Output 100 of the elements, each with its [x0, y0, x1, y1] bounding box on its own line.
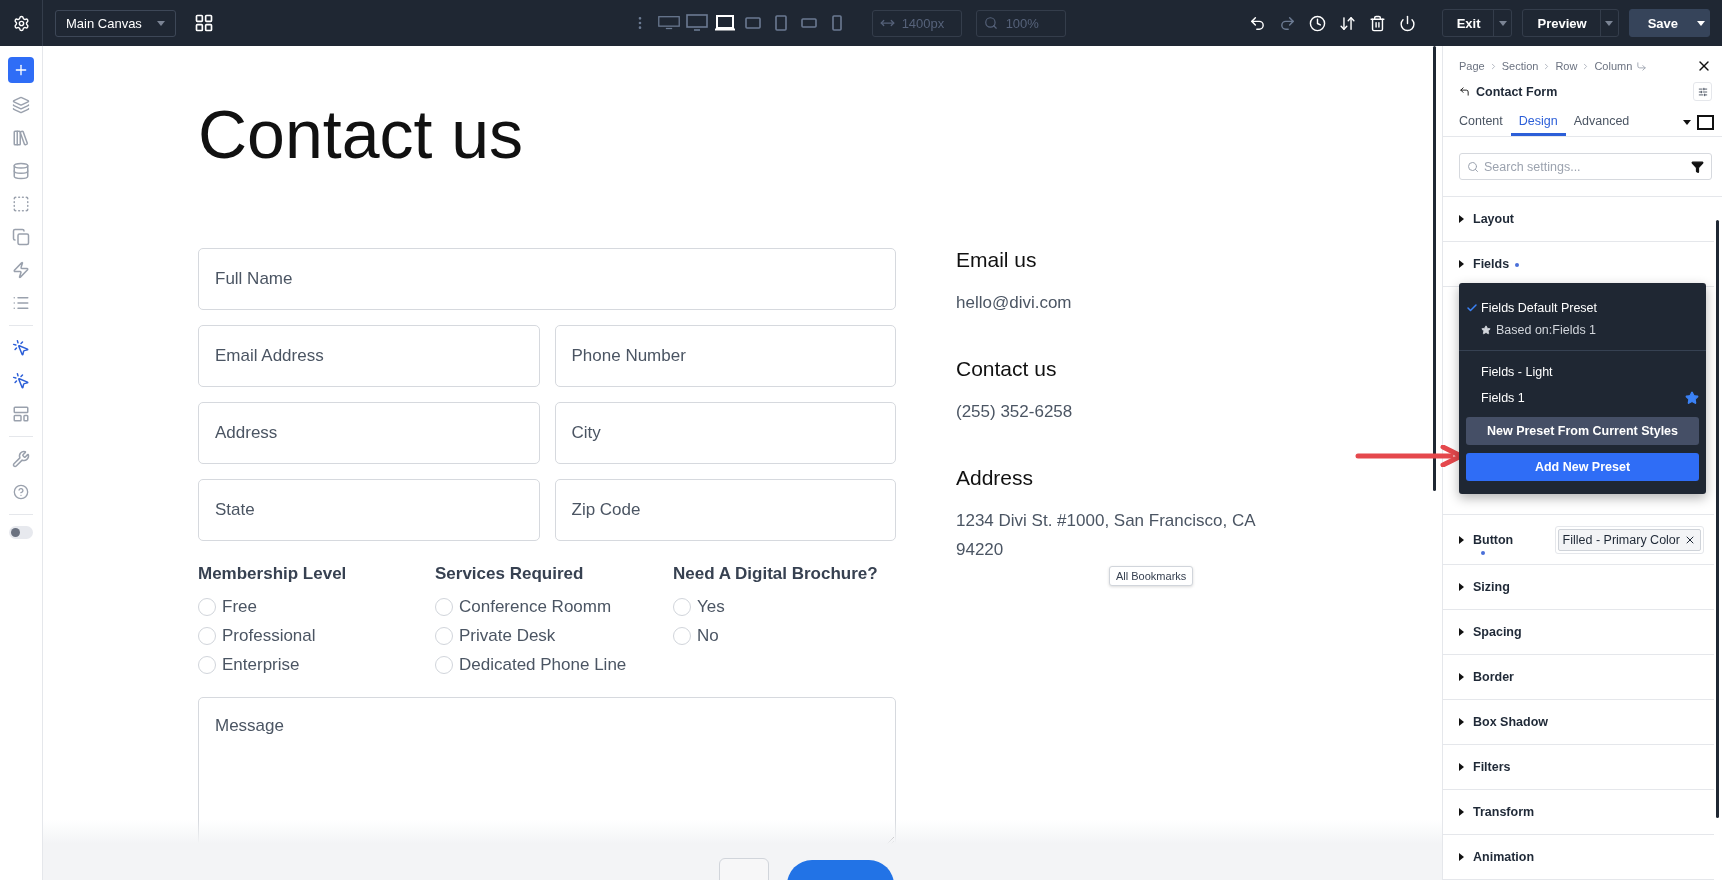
mode-toggle[interactable]	[9, 526, 33, 539]
info-heading: Address	[956, 466, 1035, 490]
expand-icon	[1459, 215, 1464, 223]
preset-item[interactable]: Fields 1	[1481, 391, 1525, 405]
module-title: Contact Form	[1476, 84, 1558, 99]
settings-row[interactable]: Sizing	[1443, 565, 1714, 610]
undo-icon[interactable]	[1248, 14, 1266, 32]
tooltip: All Bookmarks	[1109, 566, 1194, 586]
sliders-button[interactable]	[1693, 82, 1712, 102]
device-toggle[interactable]	[685, 12, 708, 34]
group-heading: Membership Level	[198, 564, 348, 584]
radio-label: Private Desk	[459, 626, 556, 647]
preset-item[interactable]: Fields Default Preset	[1481, 301, 1598, 315]
section-label: Button	[1473, 532, 1514, 547]
filter-icon[interactable]	[1691, 160, 1704, 173]
panel-tab[interactable]: Advanced	[1565, 109, 1638, 136]
laptop-icon	[714, 15, 735, 31]
preset-item[interactable]: Fields - Light	[1481, 365, 1553, 379]
canvas-select[interactable]: Main Canvas	[55, 9, 176, 37]
monitor-icon	[657, 14, 680, 32]
radio-button[interactable]	[198, 598, 216, 617]
preset-button[interactable]: New Preset From Current Styles	[1466, 417, 1699, 445]
settings-row[interactable]: Layout	[1443, 197, 1714, 242]
form-field[interactable]: Address	[198, 402, 540, 464]
form-field[interactable]: Phone Number	[554, 325, 896, 387]
form-field[interactable]: Full Name	[198, 248, 896, 310]
tablet-icon	[774, 15, 787, 31]
group-heading: Need A Digital Brochure?	[673, 564, 879, 584]
section-label: Sizing	[1473, 580, 1510, 594]
settings-row[interactable]: Box Shadow	[1443, 700, 1714, 745]
settings-row[interactable]: Transform	[1443, 790, 1714, 835]
radio-label: Free	[222, 597, 257, 618]
radio-button[interactable]	[435, 598, 453, 617]
sliders-icon	[1697, 86, 1708, 97]
wrench-icon[interactable]	[10, 448, 32, 470]
preset-source: Based on:Fields 1	[1496, 323, 1597, 337]
expand-icon	[1459, 583, 1464, 591]
section-label: Fields	[1473, 257, 1520, 271]
tablet-icon	[744, 17, 761, 29]
section-label: Transform	[1473, 805, 1535, 819]
form-field[interactable]: Zip Code	[554, 479, 896, 541]
device-toggle[interactable]	[713, 12, 736, 34]
radio-label: Yes	[697, 597, 725, 618]
section-label: Box Shadow	[1473, 715, 1548, 729]
form-field[interactable]: City	[554, 402, 896, 464]
settings-row[interactable]: Animation	[1443, 835, 1714, 880]
redo-icon[interactable]	[1278, 14, 1296, 32]
grid-icon[interactable]	[194, 13, 214, 33]
form-field[interactable]: Email Address	[198, 325, 540, 387]
expand-icon	[1459, 853, 1464, 861]
group-heading: Services Required	[435, 564, 585, 584]
info-text: (255) 352-6258	[956, 401, 1074, 423]
radio-button[interactable]	[435, 655, 453, 674]
add-button[interactable]	[8, 57, 34, 83]
search-icon	[983, 16, 998, 30]
settings-row[interactable]: Button Filled - Primary Color	[1443, 515, 1714, 565]
settings-row[interactable]: Filters	[1443, 745, 1714, 790]
width-field[interactable]: 1400px	[871, 9, 962, 37]
star-icon	[1481, 325, 1491, 335]
zoom-field[interactable]: 100%	[975, 9, 1066, 37]
corner-arrow-icon[interactable]	[1636, 60, 1648, 72]
clock-icon[interactable]	[1308, 14, 1326, 32]
search-field[interactable]: Search settings...	[1459, 153, 1712, 180]
info-heading: Contact us	[956, 357, 1058, 381]
radio-button[interactable]	[198, 655, 216, 674]
section-label: Filters	[1473, 760, 1511, 774]
radio-label: No	[697, 626, 719, 647]
search-icon	[1467, 160, 1479, 173]
breadcrumb-link[interactable]: Row	[1555, 60, 1578, 72]
scrollbar[interactable]	[1716, 220, 1719, 818]
expand-icon	[1459, 673, 1464, 681]
settings-row[interactable]: Spacing	[1443, 610, 1714, 655]
panel-tab[interactable]: Design	[1510, 109, 1566, 136]
panel-tab[interactable]: Content	[1451, 109, 1511, 136]
preset-button[interactable]: Add New Preset	[1466, 453, 1699, 481]
scrollbar[interactable]	[1433, 46, 1436, 491]
preset-tag[interactable]: Filled - Primary Color	[1554, 525, 1704, 554]
settings-icon[interactable]	[12, 14, 30, 32]
phone-icon	[831, 15, 842, 31]
trash-icon[interactable]	[1368, 14, 1386, 32]
page-title: Contact us	[198, 100, 525, 168]
phone-icon	[800, 18, 817, 28]
settings-row[interactable]: Border	[1443, 655, 1714, 700]
radio-button[interactable]	[198, 627, 216, 646]
copy-icon[interactable]	[10, 226, 32, 248]
breadcrumb-link[interactable]: Column	[1594, 60, 1633, 72]
breadcrumb-link[interactable]: Section	[1501, 60, 1539, 72]
sort-arrows-icon[interactable]	[1338, 14, 1356, 32]
radio-button[interactable]	[435, 627, 453, 646]
form-field[interactable]: State	[198, 479, 540, 541]
back-icon[interactable]	[1459, 86, 1470, 98]
layers-icon[interactable]	[10, 94, 32, 116]
radio-button[interactable]	[673, 598, 691, 617]
power-icon[interactable]	[1398, 14, 1416, 32]
breadcrumb-link[interactable]: Page	[1459, 60, 1485, 72]
radio-label: Conference Roomm	[459, 597, 612, 618]
monitor-icon	[685, 14, 708, 32]
expand-icon	[1459, 628, 1464, 636]
radio-button[interactable]	[673, 627, 691, 646]
radio-label: Enterprise	[222, 654, 300, 675]
